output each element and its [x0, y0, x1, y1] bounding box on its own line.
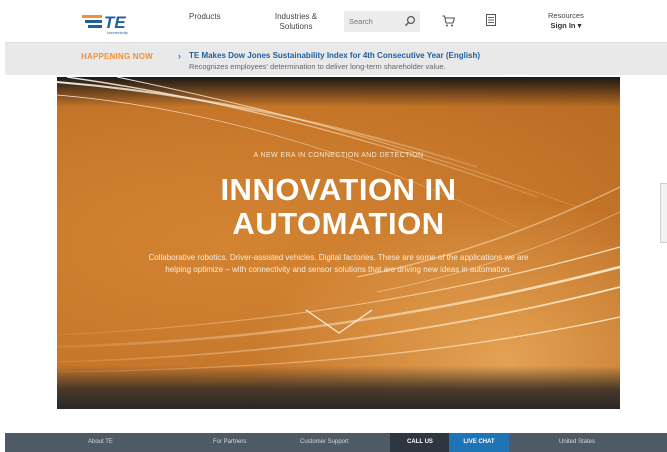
- cart-icon[interactable]: [442, 15, 455, 27]
- resources-label: Resources: [548, 11, 584, 20]
- resources-menu[interactable]: Resources Sign In ▾: [548, 11, 584, 31]
- news-headline-link[interactable]: TE Makes Dow Jones Sustainability Index …: [189, 51, 480, 60]
- nav-products[interactable]: Products: [189, 12, 221, 21]
- hero-banner[interactable]: A NEW ERA IN CONNECTION AND DETECTION IN…: [57, 77, 620, 409]
- list-icon[interactable]: [486, 14, 496, 26]
- live-chat-button[interactable]: LIVE CHAT: [449, 433, 509, 452]
- feedback-side-tab[interactable]: [660, 183, 667, 243]
- footer-for-partners[interactable]: For Partners: [213, 439, 246, 445]
- light-streaks-graphic: [57, 77, 620, 373]
- hero-title: INNOVATION IN AUTOMATION: [57, 173, 620, 241]
- hero-title-line2: AUTOMATION: [232, 206, 445, 241]
- te-logo-mark: TE connectivity: [82, 13, 129, 35]
- hero-kicker: A NEW ERA IN CONNECTION AND DETECTION: [253, 152, 424, 159]
- te-logo[interactable]: TE connectivity: [80, 8, 142, 36]
- footer-bar: About TE For Partners Customer Support C…: [5, 433, 667, 452]
- nav-industries-line2: Solutions: [279, 22, 313, 31]
- happening-now-label: HAPPENING NOW: [81, 52, 153, 61]
- happening-now-bar: HAPPENING NOW › TE Makes Dow Jones Susta…: [5, 42, 667, 75]
- sign-in-link[interactable]: Sign In ▾: [548, 21, 584, 31]
- nav-industries-line1: Industries &: [274, 12, 318, 21]
- footer-customer-support[interactable]: Customer Support: [300, 439, 349, 445]
- logo-subtext: connectivity: [107, 30, 129, 35]
- call-us-button[interactable]: CALL US: [390, 433, 450, 452]
- footer-country-selector[interactable]: United States: [559, 439, 595, 445]
- search-icon[interactable]: [404, 15, 416, 27]
- footer-about-te[interactable]: About TE: [88, 439, 113, 445]
- hero-title-line1: INNOVATION IN: [220, 172, 457, 207]
- hero-description-line1: Collaborative robotics. Driver-assisted …: [148, 253, 529, 262]
- site-header: TE connectivity Products Industries & So…: [0, 0, 667, 42]
- chevron-right-icon: ›: [178, 51, 181, 61]
- nav-industries-solutions[interactable]: Industries & Solutions: [268, 12, 324, 32]
- search-box: [344, 11, 420, 32]
- hero-description-line2: helping optimize – with connectivity and…: [165, 265, 512, 274]
- news-subtitle: Recognizes employees' determination to d…: [189, 62, 446, 71]
- search-input[interactable]: [349, 15, 401, 28]
- hero-description: Collaborative robotics. Driver-assisted …: [117, 252, 560, 276]
- chevron-down-icon[interactable]: [305, 309, 373, 335]
